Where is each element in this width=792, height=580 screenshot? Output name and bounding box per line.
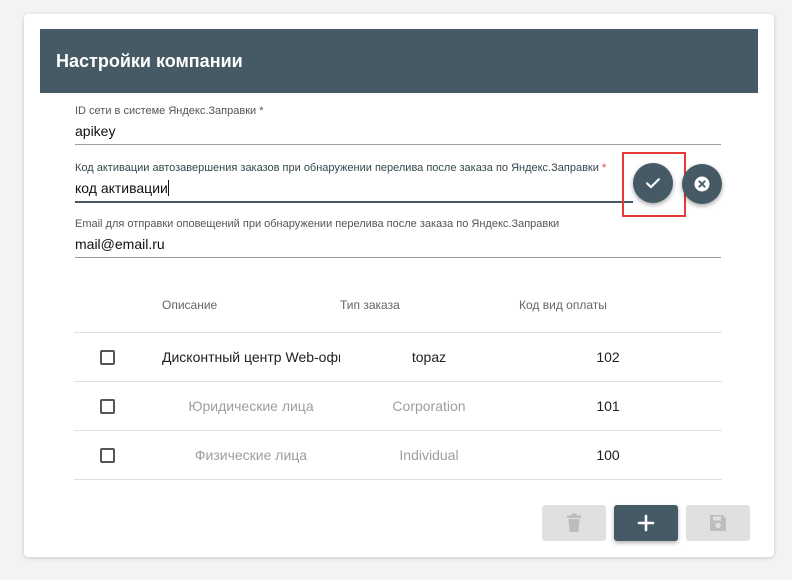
- row-description: Юридические лица: [188, 398, 314, 414]
- header-description[interactable]: Описание: [162, 298, 217, 312]
- cancel-button[interactable]: [682, 164, 722, 204]
- header-order-type[interactable]: Тип заказа: [340, 298, 400, 312]
- network-id-field[interactable]: ID сети в системе Яндекс.Заправки * apik…: [75, 105, 721, 145]
- email-field[interactable]: Email для отправки оповещений при обнару…: [75, 218, 721, 258]
- row-order-type: Individual: [399, 447, 459, 463]
- row-description: Физические лица: [194, 447, 308, 463]
- row-order-type: topaz: [411, 349, 447, 365]
- row-payment-code: 102: [596, 349, 620, 365]
- save-icon: [710, 515, 726, 531]
- add-button[interactable]: [614, 505, 678, 541]
- plus-icon: [637, 514, 655, 532]
- row-description: Дисконтный центр Web-офис: [162, 349, 340, 365]
- row-order-type: Corporation: [392, 398, 466, 414]
- table-row[interactable]: Дисконтный центр Web-офис topaz 102: [74, 333, 722, 382]
- row-payment-code: 101: [596, 398, 620, 414]
- confirm-button[interactable]: [633, 163, 673, 203]
- text-caret: [167, 180, 169, 196]
- payment-types-table: Описание Тип заказа Код вид оплаты Диско…: [74, 283, 722, 480]
- network-id-label: ID сети в системе Яндекс.Заправки *: [75, 105, 264, 117]
- row-checkbox[interactable]: [100, 350, 115, 365]
- email-label: Email для отправки оповещений при обнару…: [75, 218, 560, 230]
- table-header: Описание Тип заказа Код вид оплаты: [74, 283, 722, 333]
- check-icon: [646, 178, 660, 189]
- row-checkbox[interactable]: [100, 448, 115, 463]
- table-row[interactable]: Юридические лица Corporation 101: [74, 382, 722, 431]
- save-button[interactable]: [686, 505, 750, 541]
- table-row[interactable]: Физические лица Individual 100: [74, 431, 722, 480]
- close-circle-icon: [694, 176, 710, 192]
- trash-icon: [567, 513, 581, 532]
- row-checkbox[interactable]: [100, 399, 115, 414]
- network-id-input[interactable]: apikey: [75, 121, 721, 145]
- row-payment-code: 100: [596, 447, 620, 463]
- panel-title: Настройки компании: [40, 29, 758, 93]
- activation-code-input[interactable]: код активации: [75, 178, 633, 203]
- email-input[interactable]: mail@email.ru: [75, 234, 721, 258]
- delete-button[interactable]: [542, 505, 606, 541]
- header-payment-code[interactable]: Код вид оплаты: [519, 298, 607, 312]
